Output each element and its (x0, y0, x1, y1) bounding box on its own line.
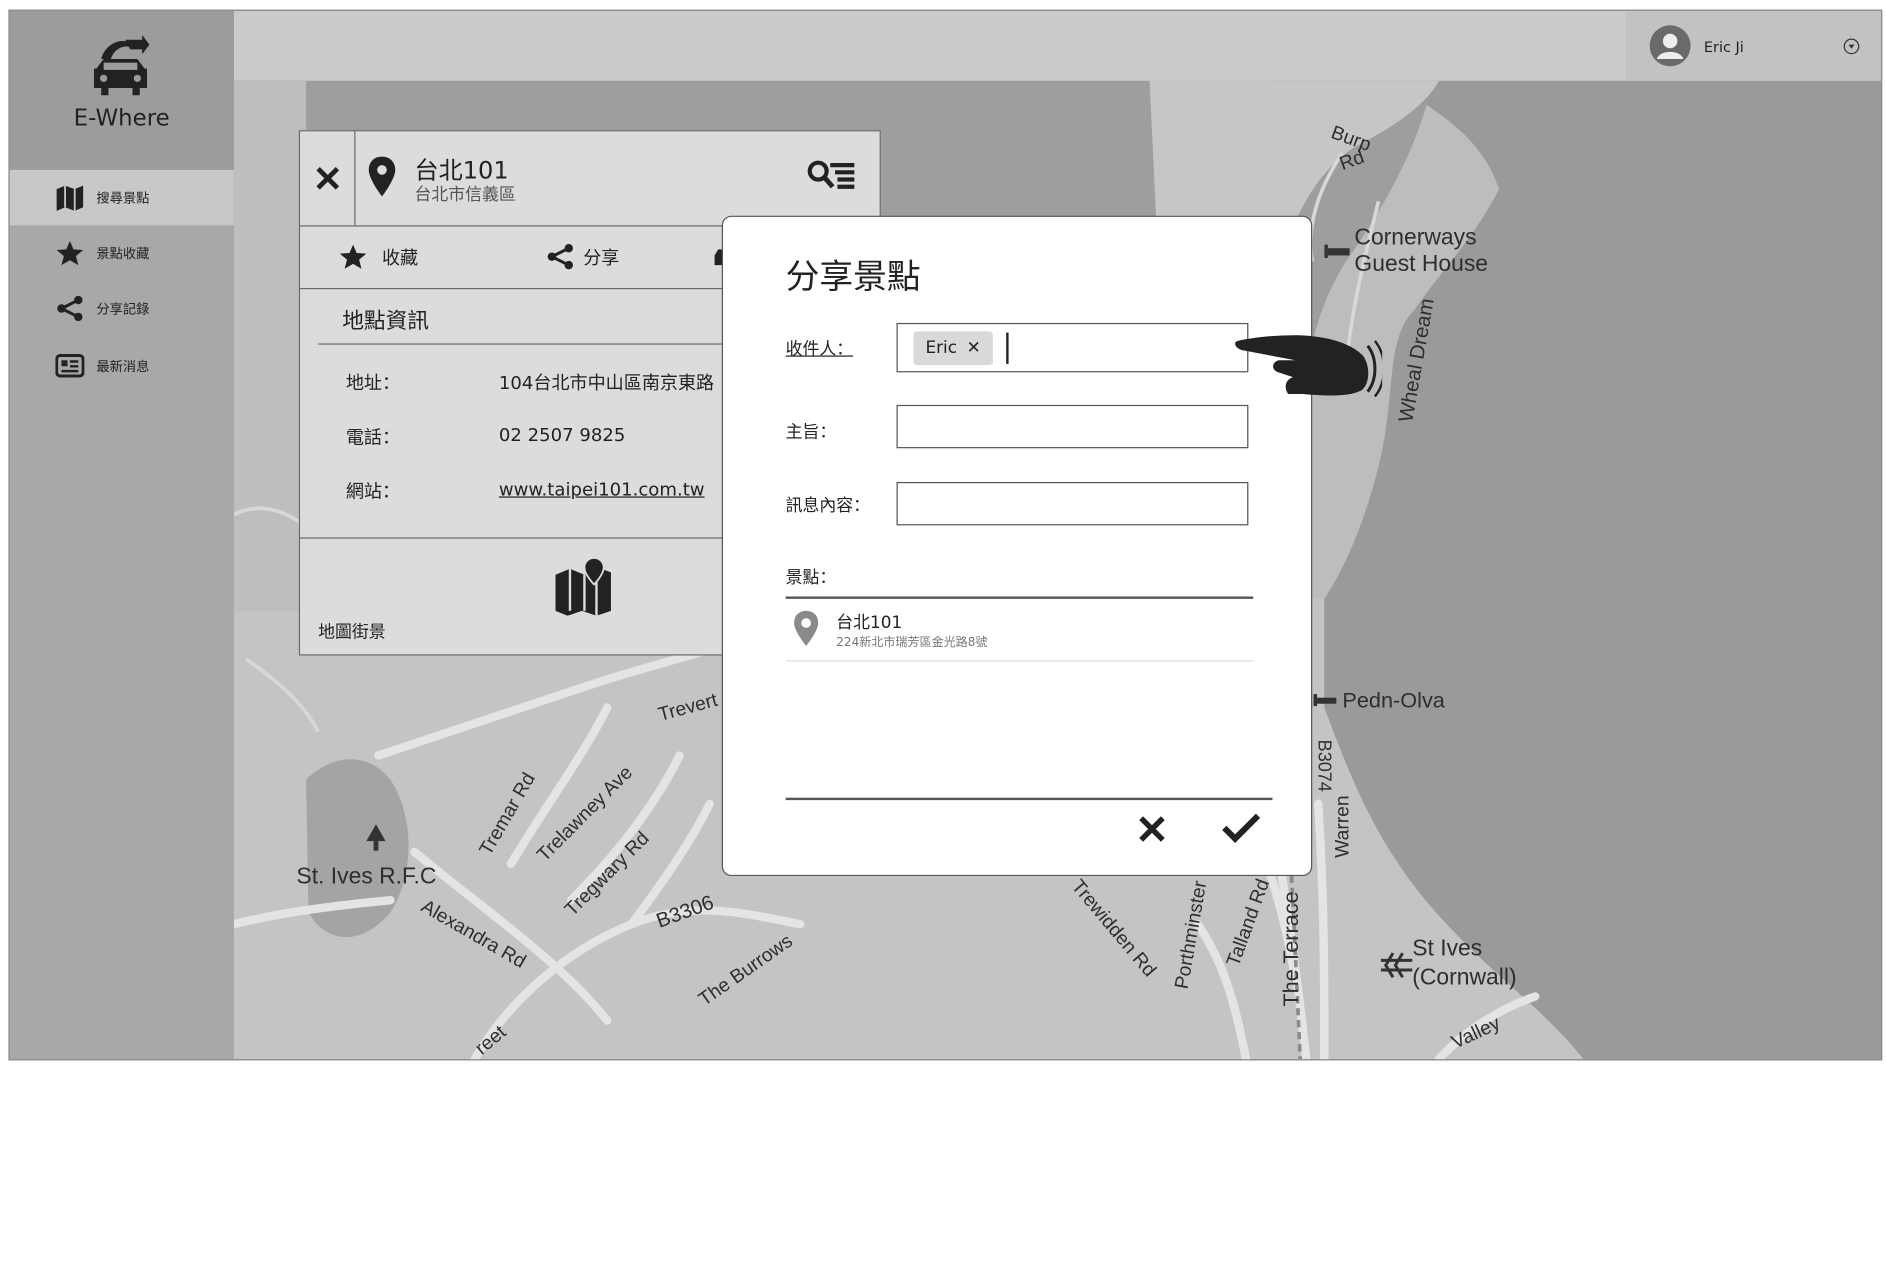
train-icon (1380, 952, 1413, 979)
divider (785, 797, 1273, 800)
close-button[interactable] (300, 131, 356, 226)
map-icon (56, 185, 84, 211)
sidebar-item-share-history[interactable]: 分享記錄 (10, 281, 234, 336)
map-label: Cornerways (1354, 225, 1477, 251)
address-label: 地址： (345, 372, 401, 395)
map-label: Pedn-Olva (1342, 688, 1445, 713)
website-link[interactable]: www.taipei101.com.tw (499, 478, 705, 500)
close-icon (1139, 816, 1165, 842)
sidebar-item-label: 景點收藏 (96, 245, 150, 262)
app-frame: Burp Rd Cornerways Guest House Wheal Dre… (8, 9, 1883, 1061)
chevron-down-icon[interactable] (1843, 38, 1860, 55)
map-label: St. Ives R.F.C (296, 863, 437, 890)
info-section-title: 地點資訊 (342, 308, 429, 334)
sidebar-item-label: 最新消息 (96, 359, 150, 375)
recipient-chip[interactable]: Eric ✕ (913, 331, 993, 366)
subject-field[interactable] (896, 404, 1249, 449)
spot-address: 224新北市瑞芳區金光路8號 (836, 636, 988, 650)
cancel-button[interactable] (1138, 815, 1167, 849)
subject-label: 主旨： (785, 422, 837, 443)
car-logo-icon (93, 34, 150, 96)
location-pin-icon (368, 156, 396, 197)
recipient-label: 收件人： (785, 339, 854, 360)
user-menu[interactable]: Eric Ji (1625, 10, 1882, 81)
message-field[interactable] (896, 482, 1249, 526)
pointing-hand-icon (1235, 335, 1383, 398)
logo: E-Where (9, 10, 234, 170)
hotel-icon (1324, 244, 1350, 258)
text-cursor (1006, 332, 1008, 364)
phone-label: 電話： (345, 426, 401, 449)
share-icon (547, 244, 573, 270)
place-title: 台北101 (414, 155, 509, 185)
star-icon (339, 244, 367, 269)
location-pin-icon (794, 610, 819, 646)
avatar[interactable] (1649, 25, 1691, 67)
hotel-icon (1313, 694, 1337, 707)
check-icon (1222, 813, 1261, 843)
divider (785, 596, 1254, 599)
address-value: 104台北市中山區南京東路 (498, 372, 715, 395)
favorite-label: 收藏 (381, 246, 419, 269)
sidebar-item-favorites[interactable]: 景點收藏 (10, 225, 234, 280)
divider (785, 660, 1254, 662)
phone-value: 02 2507 9825 (498, 424, 626, 446)
search-list-icon[interactable] (806, 158, 859, 194)
map-label: (Cornwall) (1412, 965, 1517, 991)
star-icon (56, 241, 84, 266)
share-icon (57, 295, 83, 322)
close-icon[interactable]: ✕ (967, 339, 981, 358)
streetview-label: 地圖街景 (318, 622, 386, 643)
recipient-field[interactable]: Eric ✕ (896, 322, 1249, 373)
map-label: The Terrace (1278, 891, 1304, 1007)
sidebar-item-label: 搜尋景點 (96, 190, 150, 207)
website-label: 網站： (345, 480, 401, 503)
map-label: Guest House (1354, 251, 1489, 278)
place-subtitle: 台北市信義區 (414, 185, 516, 205)
sidebar-item-label: 分享記錄 (96, 301, 150, 317)
map-pin-icon (555, 557, 611, 616)
sidebar-item-news[interactable]: 最新消息 (10, 339, 234, 394)
favorite-button[interactable]: 收藏 (339, 225, 419, 288)
place-header: 台北101 台北市信義區 (300, 131, 879, 227)
map-label: Warren (1332, 795, 1354, 858)
spots-label: 景點： (785, 568, 837, 589)
confirm-button[interactable] (1222, 812, 1261, 848)
news-icon (55, 353, 85, 378)
sidebar: E-Where 搜尋景點 景點收藏 分享記錄 最新消息 (9, 10, 234, 1060)
share-dialog: 分享景點 收件人： Eric ✕ 主旨： 訊息內容： 景點： 台北101 224… (721, 215, 1313, 877)
message-label: 訊息內容： (785, 496, 871, 516)
map-label: B3074 (1313, 739, 1335, 792)
sidebar-item-search[interactable]: 搜尋景點 (9, 169, 234, 226)
close-icon (315, 166, 339, 190)
user-name: Eric Ji (1703, 38, 1744, 56)
map-label: St Ives (1412, 936, 1483, 962)
share-button[interactable]: 分享 (547, 225, 619, 288)
recipient-chip-label: Eric (925, 338, 958, 358)
spot-name: 台北101 (836, 613, 903, 633)
user-icon (1656, 33, 1684, 60)
app-name: E-Where (73, 104, 170, 132)
dialog-title: 分享景點 (785, 256, 921, 297)
tree-icon (366, 824, 386, 851)
share-label: 分享 (583, 246, 620, 269)
